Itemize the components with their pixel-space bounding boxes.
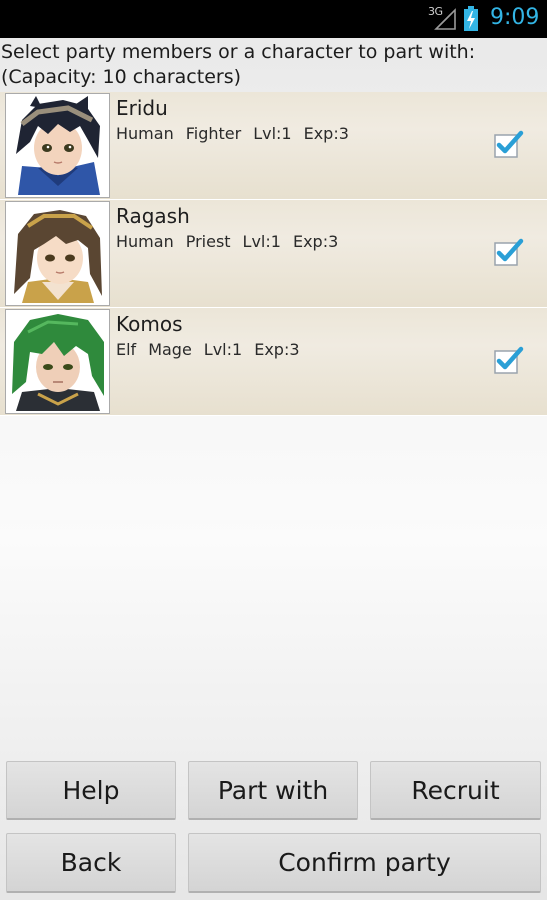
part-with-button[interactable]: Part with — [188, 761, 358, 820]
character-race: Elf — [116, 340, 137, 359]
character-info: Human Fighter Lvl:1 Exp:3 — [116, 124, 361, 143]
character-portrait — [6, 310, 109, 413]
confirm-party-button[interactable]: Confirm party — [188, 833, 541, 893]
character-row[interactable]: Komos Elf Mage Lvl:1 Exp:3 — [0, 308, 547, 416]
capacity-label: (Capacity: 10 characters) — [1, 66, 242, 88]
character-portrait — [6, 94, 109, 197]
character-exp: Exp:3 — [292, 232, 339, 251]
character-level: Lvl:1 — [242, 232, 281, 251]
character-level: Lvl:1 — [203, 340, 243, 359]
character-class: Mage — [148, 340, 192, 359]
recruit-button[interactable]: Recruit — [370, 761, 541, 820]
character-info: Human Priest Lvl:1 Exp:3 — [116, 232, 350, 251]
character-name: Eridu — [116, 96, 168, 120]
party-member-checkbox[interactable] — [494, 238, 524, 266]
party-member-checkbox[interactable] — [494, 346, 524, 374]
signal-icon — [434, 8, 456, 30]
clock: 9:09 — [490, 5, 540, 30]
character-name: Komos — [116, 312, 183, 336]
character-list: Eridu Human Fighter Lvl:1 Exp:3 Ragash H… — [0, 92, 547, 416]
character-name: Ragash — [116, 204, 190, 228]
battery-charging-icon — [464, 6, 478, 31]
character-race: Human — [116, 124, 174, 143]
dark-haired-fighter-portrait-icon — [8, 96, 107, 195]
character-level: Lvl:1 — [253, 124, 292, 143]
character-exp: Exp:3 — [254, 340, 300, 359]
green-haired-mage-portrait-icon — [8, 312, 107, 411]
character-race: Human — [116, 232, 174, 251]
help-button[interactable]: Help — [6, 761, 176, 820]
instructions-line: Select party members or a character to p… — [1, 41, 476, 63]
status-bar: 3G 9:09 — [0, 0, 547, 38]
checkbox-checked-icon — [494, 238, 524, 266]
character-class: Fighter — [185, 124, 242, 143]
checkbox-checked-icon — [494, 346, 524, 374]
character-portrait — [6, 202, 109, 305]
character-info: Elf Mage Lvl:1 Exp:3 — [116, 340, 312, 359]
character-row[interactable]: Ragash Human Priest Lvl:1 Exp:3 — [0, 200, 547, 308]
back-button[interactable]: Back — [6, 833, 176, 893]
instructions: Select party members or a character to p… — [1, 40, 547, 90]
checkbox-checked-icon — [494, 130, 524, 158]
brown-haired-priest-portrait-icon — [8, 204, 107, 303]
character-class: Priest — [185, 232, 231, 251]
character-exp: Exp:3 — [303, 124, 349, 143]
party-member-checkbox[interactable] — [494, 130, 524, 158]
character-row[interactable]: Eridu Human Fighter Lvl:1 Exp:3 — [0, 92, 547, 200]
